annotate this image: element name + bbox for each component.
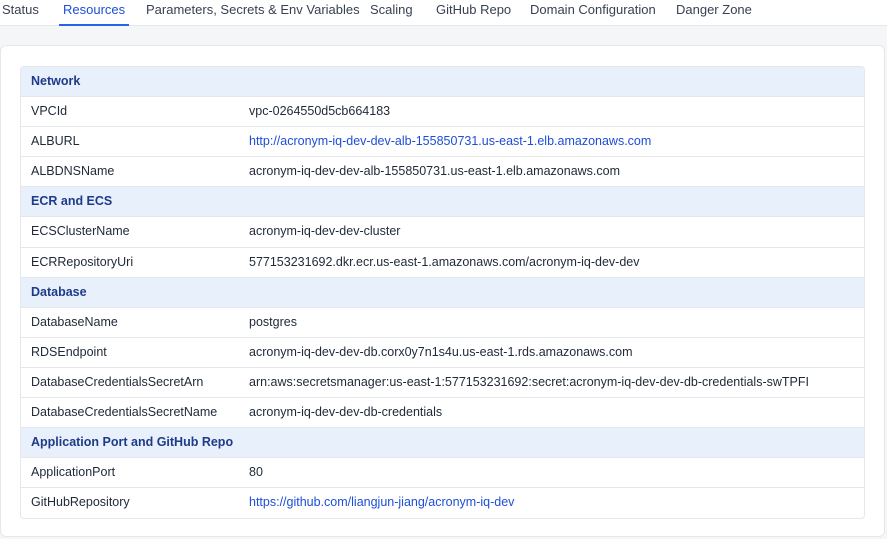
table-row: DatabaseCredentialsSecretArn arn:aws:sec… (21, 368, 864, 399)
row-key: ApplicationPort (31, 465, 116, 480)
row-key: ALBURL (31, 134, 80, 149)
tab-domain-configuration[interactable]: Domain Configuration (530, 0, 656, 26)
section-header-app-port-github: Application Port and GitHub Repo (21, 428, 864, 459)
tab-status[interactable]: Status (2, 0, 39, 26)
table-row: ECRRepositoryUri 577153231692.dkr.ecr.us… (21, 248, 864, 278)
alb-url-link[interactable]: http://acronym-iq-dev-dev-alb-155850731.… (249, 127, 651, 156)
row-key: ALBDNSName (31, 164, 115, 179)
github-repository-link[interactable]: https://github.com/liangjun-jiang/acrony… (249, 488, 514, 517)
tab-parameters-secrets-env[interactable]: Parameters, Secrets & Env Variables (146, 0, 360, 26)
section-title: ECR and ECS (31, 194, 113, 209)
row-key: DatabaseCredentialsSecretName (31, 405, 218, 420)
table-row: ALBURL http://acronym-iq-dev-dev-alb-155… (21, 127, 864, 158)
table-row: ALBDNSName acronym-iq-dev-dev-alb-155850… (21, 157, 864, 188)
row-key: RDSEndpoint (31, 344, 107, 359)
section-header-ecr-ecs: ECR and ECS (21, 187, 864, 218)
tab-bar: Status Resources Parameters, Secrets & E… (0, 0, 887, 26)
row-value: acronym-iq-dev-dev-db-credentials (249, 405, 443, 420)
table-row: GitHubRepository https://github.com/lian… (21, 488, 864, 518)
section-title: Application Port and GitHub Repo (31, 435, 234, 450)
table-row: VPCId vpc-0264550d5cb664183 (21, 97, 864, 128)
row-value: postgres (249, 314, 297, 329)
section-header-network: Network (21, 67, 864, 98)
row-value: acronym-iq-dev-dev-db.corx0y7n1s4u.us-ea… (249, 344, 633, 359)
tab-scaling[interactable]: Scaling (370, 0, 413, 26)
section-title: Database (31, 284, 87, 299)
row-key: DatabaseName (31, 314, 118, 329)
section-header-database: Database (21, 277, 864, 308)
table-row: DatabaseName postgres (21, 308, 864, 338)
row-key: GitHubRepository (31, 495, 130, 510)
row-key: VPCId (31, 104, 68, 119)
row-value: arn:aws:secretsmanager:us-east-1:5771532… (249, 374, 809, 389)
resources-table: Network VPCId vpc-0264550d5cb664183 ALBU… (20, 66, 865, 520)
tab-resources[interactable]: Resources (59, 0, 130, 26)
section-title: Network (31, 74, 81, 88)
row-value: acronym-iq-dev-dev-alb-155850731.us-east… (249, 164, 621, 179)
row-value: 577153231692.dkr.ecr.us-east-1.amazonaws… (249, 254, 640, 269)
table-row: RDSEndpoint acronym-iq-dev-dev-db.corx0y… (21, 338, 864, 368)
row-key: ECRRepositoryUri (31, 254, 134, 269)
table-row: DatabaseCredentialsSecretName acronym-iq… (21, 398, 864, 429)
row-key: ECSClusterName (31, 224, 130, 239)
tab-github-repo[interactable]: GitHub Repo (436, 0, 511, 26)
row-value: vpc-0264550d5cb664183 (249, 104, 391, 119)
tab-danger-zone[interactable]: Danger Zone (676, 0, 752, 26)
row-key: DatabaseCredentialsSecretArn (31, 374, 204, 389)
row-value: 80 (249, 465, 263, 480)
table-row: ApplicationPort 80 (21, 458, 864, 489)
row-value: acronym-iq-dev-dev-cluster (249, 224, 401, 239)
resources-card: Network VPCId vpc-0264550d5cb664183 ALBU… (0, 45, 885, 537)
table-row: ECSClusterName acronym-iq-dev-dev-cluste… (21, 217, 864, 248)
